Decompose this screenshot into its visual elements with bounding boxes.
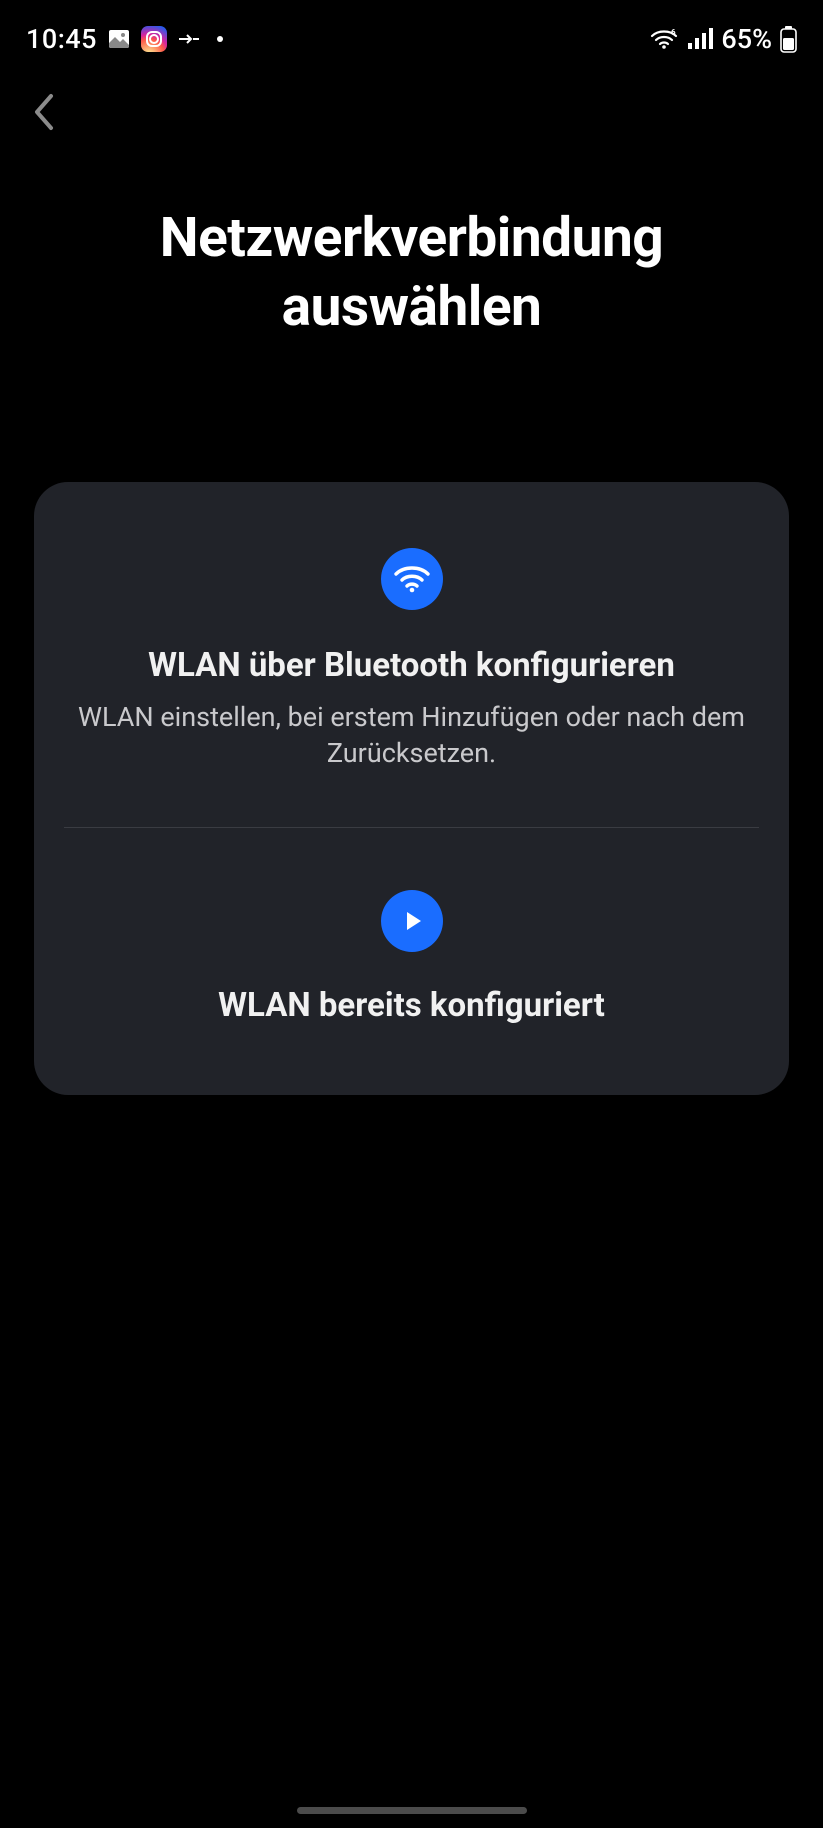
status-right: 6 65% [649, 23, 797, 55]
instagram-icon [141, 26, 167, 52]
back-button[interactable] [20, 88, 68, 136]
chevron-left-icon [31, 92, 57, 132]
wifi-circle-icon [381, 548, 443, 610]
status-time: 10:45 [26, 23, 97, 55]
play-circle-icon [381, 890, 443, 952]
options-card: WLAN über Bluetooth konfigurieren WLAN e… [34, 482, 789, 1096]
signal-icon [687, 28, 713, 50]
option-configure-title: WLAN über Bluetooth konfigurieren [64, 646, 759, 685]
wifi-icon: 6 [649, 27, 679, 51]
svg-text:6: 6 [671, 28, 676, 37]
option-configure-wlan[interactable]: WLAN über Bluetooth konfigurieren WLAN e… [34, 482, 789, 828]
home-indicator[interactable] [297, 1807, 527, 1814]
status-left: 10:45 [26, 23, 223, 55]
option-already-title: WLAN bereits konfiguriert [64, 986, 759, 1025]
battery-icon [780, 26, 797, 53]
status-bar: 10:45 6 [0, 0, 823, 60]
option-already-configured[interactable]: WLAN bereits konfiguriert [64, 827, 759, 1095]
option-configure-desc: WLAN einstellen, bei erstem Hinzufügen o… [64, 699, 759, 772]
page-title: Netzwerkverbindung auswählen [0, 136, 823, 342]
battery-percent: 65% [721, 23, 772, 55]
notification-dot-icon [217, 36, 223, 42]
arrow-icon [177, 31, 201, 47]
gallery-icon [107, 27, 131, 51]
